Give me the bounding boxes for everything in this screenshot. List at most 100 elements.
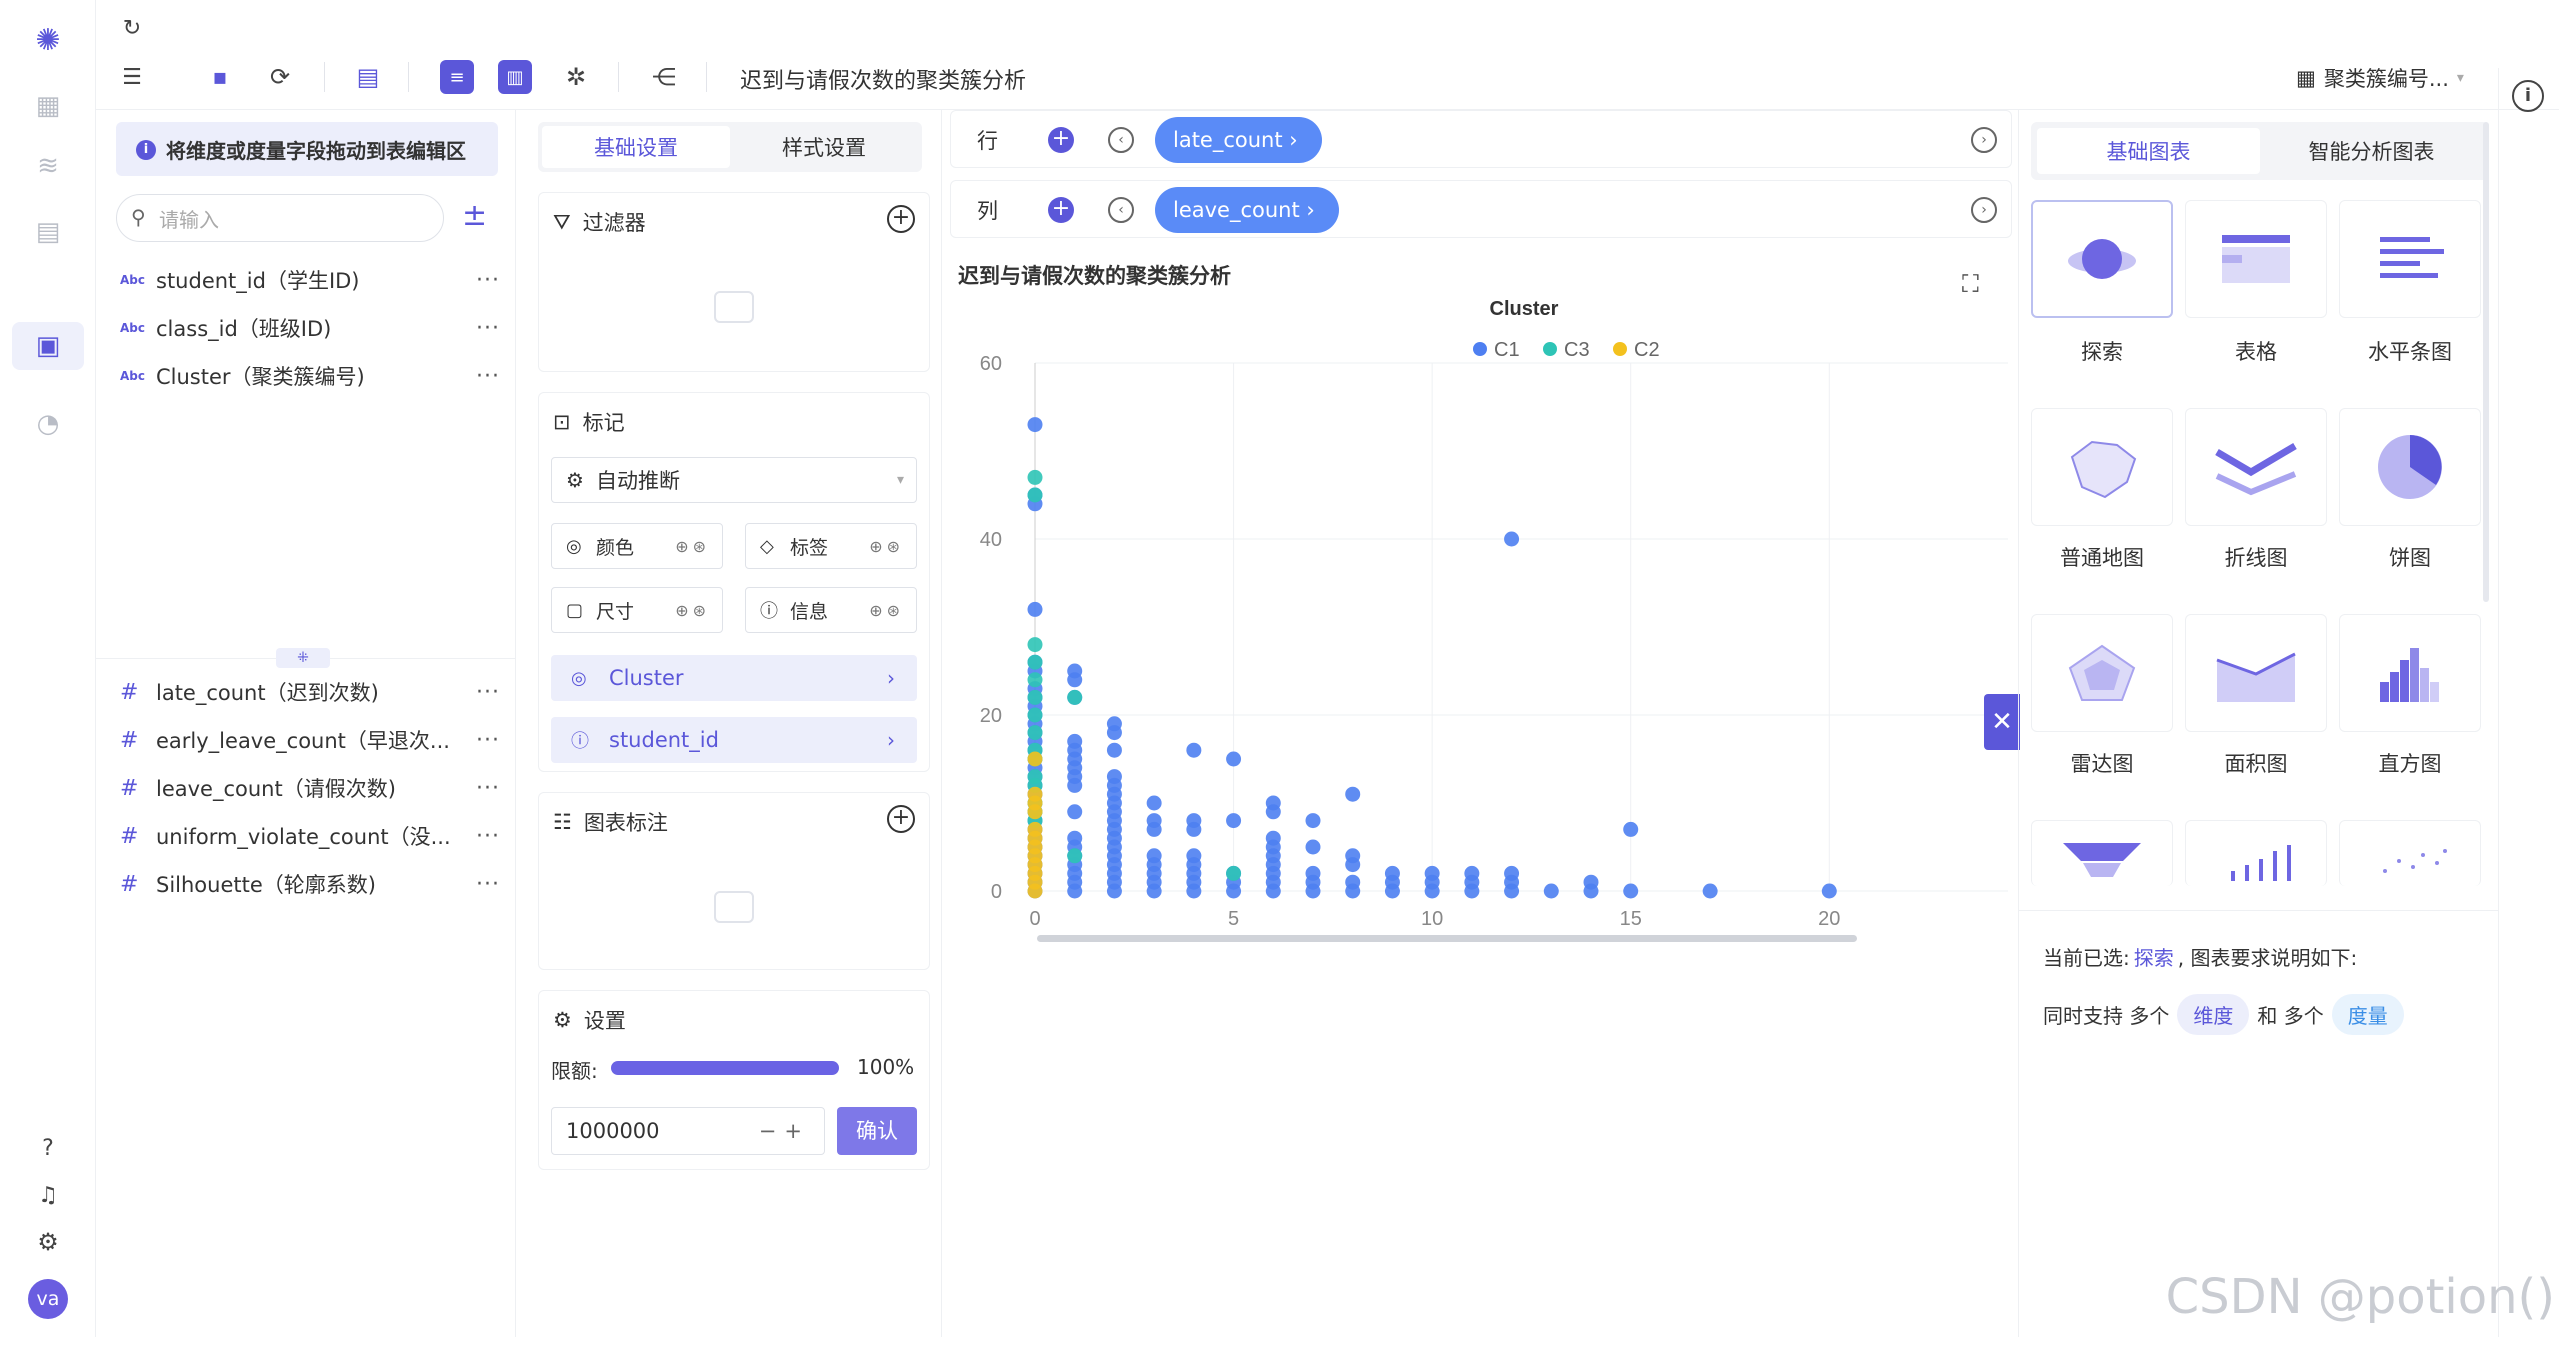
mark-ops-icon[interactable]: ⊕⊛: [869, 537, 904, 556]
add-filter-icon[interactable]: +: [887, 205, 915, 233]
cluster-dropdown[interactable]: ▦ 聚类簇编号... ▾: [2296, 63, 2464, 93]
settings-gear-icon[interactable]: ⚙: [28, 1222, 68, 1262]
measure-field[interactable]: # early_leave_count（早退次... ···: [120, 720, 500, 760]
mark-label[interactable]: ◇标签 ⊕⊛: [745, 523, 917, 569]
database-icon[interactable]: ≋: [28, 146, 68, 186]
chart-type-line[interactable]: [2185, 408, 2327, 526]
y-tick-label: 20: [980, 705, 1002, 727]
measure-field[interactable]: # uniform_violate_count（没... ···: [120, 816, 500, 856]
selected-chart-link[interactable]: 探索: [2134, 942, 2174, 971]
tab-style-settings[interactable]: 样式设置: [730, 126, 918, 168]
report-icon[interactable]: ▤: [28, 212, 68, 252]
tab-smart-charts[interactable]: 智能分析图表: [2260, 128, 2483, 174]
user-avatar[interactable]: va: [28, 1279, 68, 1319]
more-icon[interactable]: ···: [476, 268, 500, 293]
mark-info[interactable]: ⓘ信息 ⊕⊛: [745, 587, 917, 633]
refresh-icon[interactable]: ↻: [112, 8, 152, 48]
help-icon[interactable]: ?: [28, 1128, 68, 1168]
mark-ops-icon[interactable]: ⊕⊛: [869, 601, 904, 620]
add-calc-field-icon[interactable]: ±: [462, 198, 487, 233]
tab-basic-settings[interactable]: 基础设置: [542, 126, 730, 168]
save-icon[interactable]: ▪: [200, 57, 240, 97]
column-field-chip[interactable]: leave_count ›: [1155, 187, 1339, 233]
chart-type-histogram[interactable]: [2339, 614, 2481, 732]
sync-icon[interactable]: ⟳: [260, 57, 300, 97]
resize-handle-icon[interactable]: ⁜: [276, 648, 330, 668]
data-point: [1067, 672, 1082, 687]
mark-ops-icon[interactable]: ⊕⊛: [675, 601, 710, 620]
more-icon[interactable]: ···: [476, 680, 500, 705]
close-panel-icon[interactable]: ✕: [1984, 694, 2020, 750]
data-point: [1186, 884, 1201, 899]
mark-color[interactable]: ◎颜色 ⊕⊛: [551, 523, 723, 569]
limit-value-input[interactable]: 1000000 −+: [551, 1107, 825, 1155]
more-icon[interactable]: ···: [476, 776, 500, 801]
y-tick-label: 40: [980, 529, 1002, 551]
data-point: [1107, 884, 1122, 899]
gauge-icon[interactable]: ◔: [28, 404, 68, 444]
info-icon[interactable]: i: [2512, 80, 2544, 112]
chart-type-explore[interactable]: [2031, 200, 2173, 318]
share-icon[interactable]: ⋲: [644, 57, 684, 97]
indent-menu-icon[interactable]: ☰: [112, 57, 152, 97]
dashboard-icon[interactable]: ▦: [28, 86, 68, 126]
measure-field[interactable]: # leave_count（请假次数) ···: [120, 768, 500, 808]
chart-type-hbar[interactable]: [2339, 200, 2481, 318]
mark-type-select[interactable]: ⚙ 自动推断 ▾: [551, 457, 917, 503]
add-annotation-icon[interactable]: +: [887, 805, 915, 833]
app-logo-icon[interactable]: ✺: [28, 20, 68, 60]
chart-type-pie[interactable]: [2339, 408, 2481, 526]
table-view-icon[interactable]: ▤: [348, 57, 388, 97]
chart-type-radar[interactable]: [2031, 614, 2173, 732]
more-icon[interactable]: ···: [476, 872, 500, 897]
dimension-badge: 维度: [2177, 994, 2249, 1035]
add-row-icon[interactable]: +: [1048, 127, 1074, 153]
scrollbar[interactable]: [2483, 122, 2489, 602]
dimension-field[interactable]: Abc Cluster（聚类簇编号) ···: [120, 356, 500, 396]
mark-ops-icon[interactable]: ⊕⊛: [675, 537, 710, 556]
line-chart-icon: [2211, 432, 2301, 502]
dimension-field[interactable]: Abc student_id（学生ID) ···: [120, 260, 500, 300]
scatter-chart: ClusterC1C3C2020406005101520: [942, 285, 2018, 1345]
back-icon[interactable]: ‹: [1108, 197, 1134, 223]
dimension-field[interactable]: Abc class_id（班级ID) ···: [120, 308, 500, 348]
gear-cluster-icon[interactable]: ✲: [556, 57, 596, 97]
field-search-input[interactable]: ⚲ 请输入: [116, 194, 444, 242]
chart-type-area[interactable]: [2185, 614, 2327, 732]
data-settings-icon[interactable]: ≡: [440, 60, 474, 94]
data-point: [1147, 884, 1162, 899]
tab-basic-charts[interactable]: 基础图表: [2037, 128, 2260, 174]
row-field-chip[interactable]: late_count ›: [1155, 117, 1322, 163]
confirm-button[interactable]: 确认: [837, 1107, 917, 1155]
column-chart-icon: [2211, 821, 2301, 881]
student-id-mark-pill[interactable]: ⓘ student_id ›: [551, 717, 917, 763]
analysis-title: 迟到与请假次数的聚类簇分析: [740, 63, 1026, 95]
chart-type-scatter[interactable]: [2339, 820, 2481, 886]
stepper-icon[interactable]: −+: [759, 1108, 810, 1154]
more-icon[interactable]: ···: [476, 824, 500, 849]
measure-field[interactable]: # Silhouette（轮廓系数) ···: [120, 864, 500, 904]
chart-type-table[interactable]: [2185, 200, 2327, 318]
data-point: [1703, 884, 1718, 899]
chart-view-icon[interactable]: ▥: [498, 60, 532, 94]
chart-type-funnel[interactable]: [2031, 820, 2173, 886]
more-icon[interactable]: ···: [476, 728, 500, 753]
mark-size[interactable]: ▢尺寸 ⊕⊛: [551, 587, 723, 633]
back-icon[interactable]: ‹: [1108, 127, 1134, 153]
data-point: [1067, 690, 1082, 705]
more-icon[interactable]: ···: [476, 364, 500, 389]
cluster-mark-pill[interactable]: ◎ Cluster ›: [551, 655, 917, 701]
data-point: [1345, 857, 1360, 872]
more-icon[interactable]: ···: [476, 316, 500, 341]
left-nav-rail: ✺ ▦ ≋ ▤ ▣ ◔ ? ♫ ⚙ va: [0, 0, 96, 1337]
forward-icon[interactable]: ›: [1971, 127, 1997, 153]
chart-type-map[interactable]: [2031, 408, 2173, 526]
legend-marker: [1613, 342, 1627, 356]
bell-icon[interactable]: ♫: [28, 1175, 68, 1215]
add-column-icon[interactable]: +: [1048, 197, 1074, 223]
measure-field[interactable]: # late_count（迟到次数) ···: [120, 672, 500, 712]
measure-hash-icon: #: [120, 776, 156, 801]
forward-icon[interactable]: ›: [1971, 197, 1997, 223]
analysis-folder-icon[interactable]: ▣: [12, 322, 84, 370]
chart-type-column[interactable]: [2185, 820, 2327, 886]
